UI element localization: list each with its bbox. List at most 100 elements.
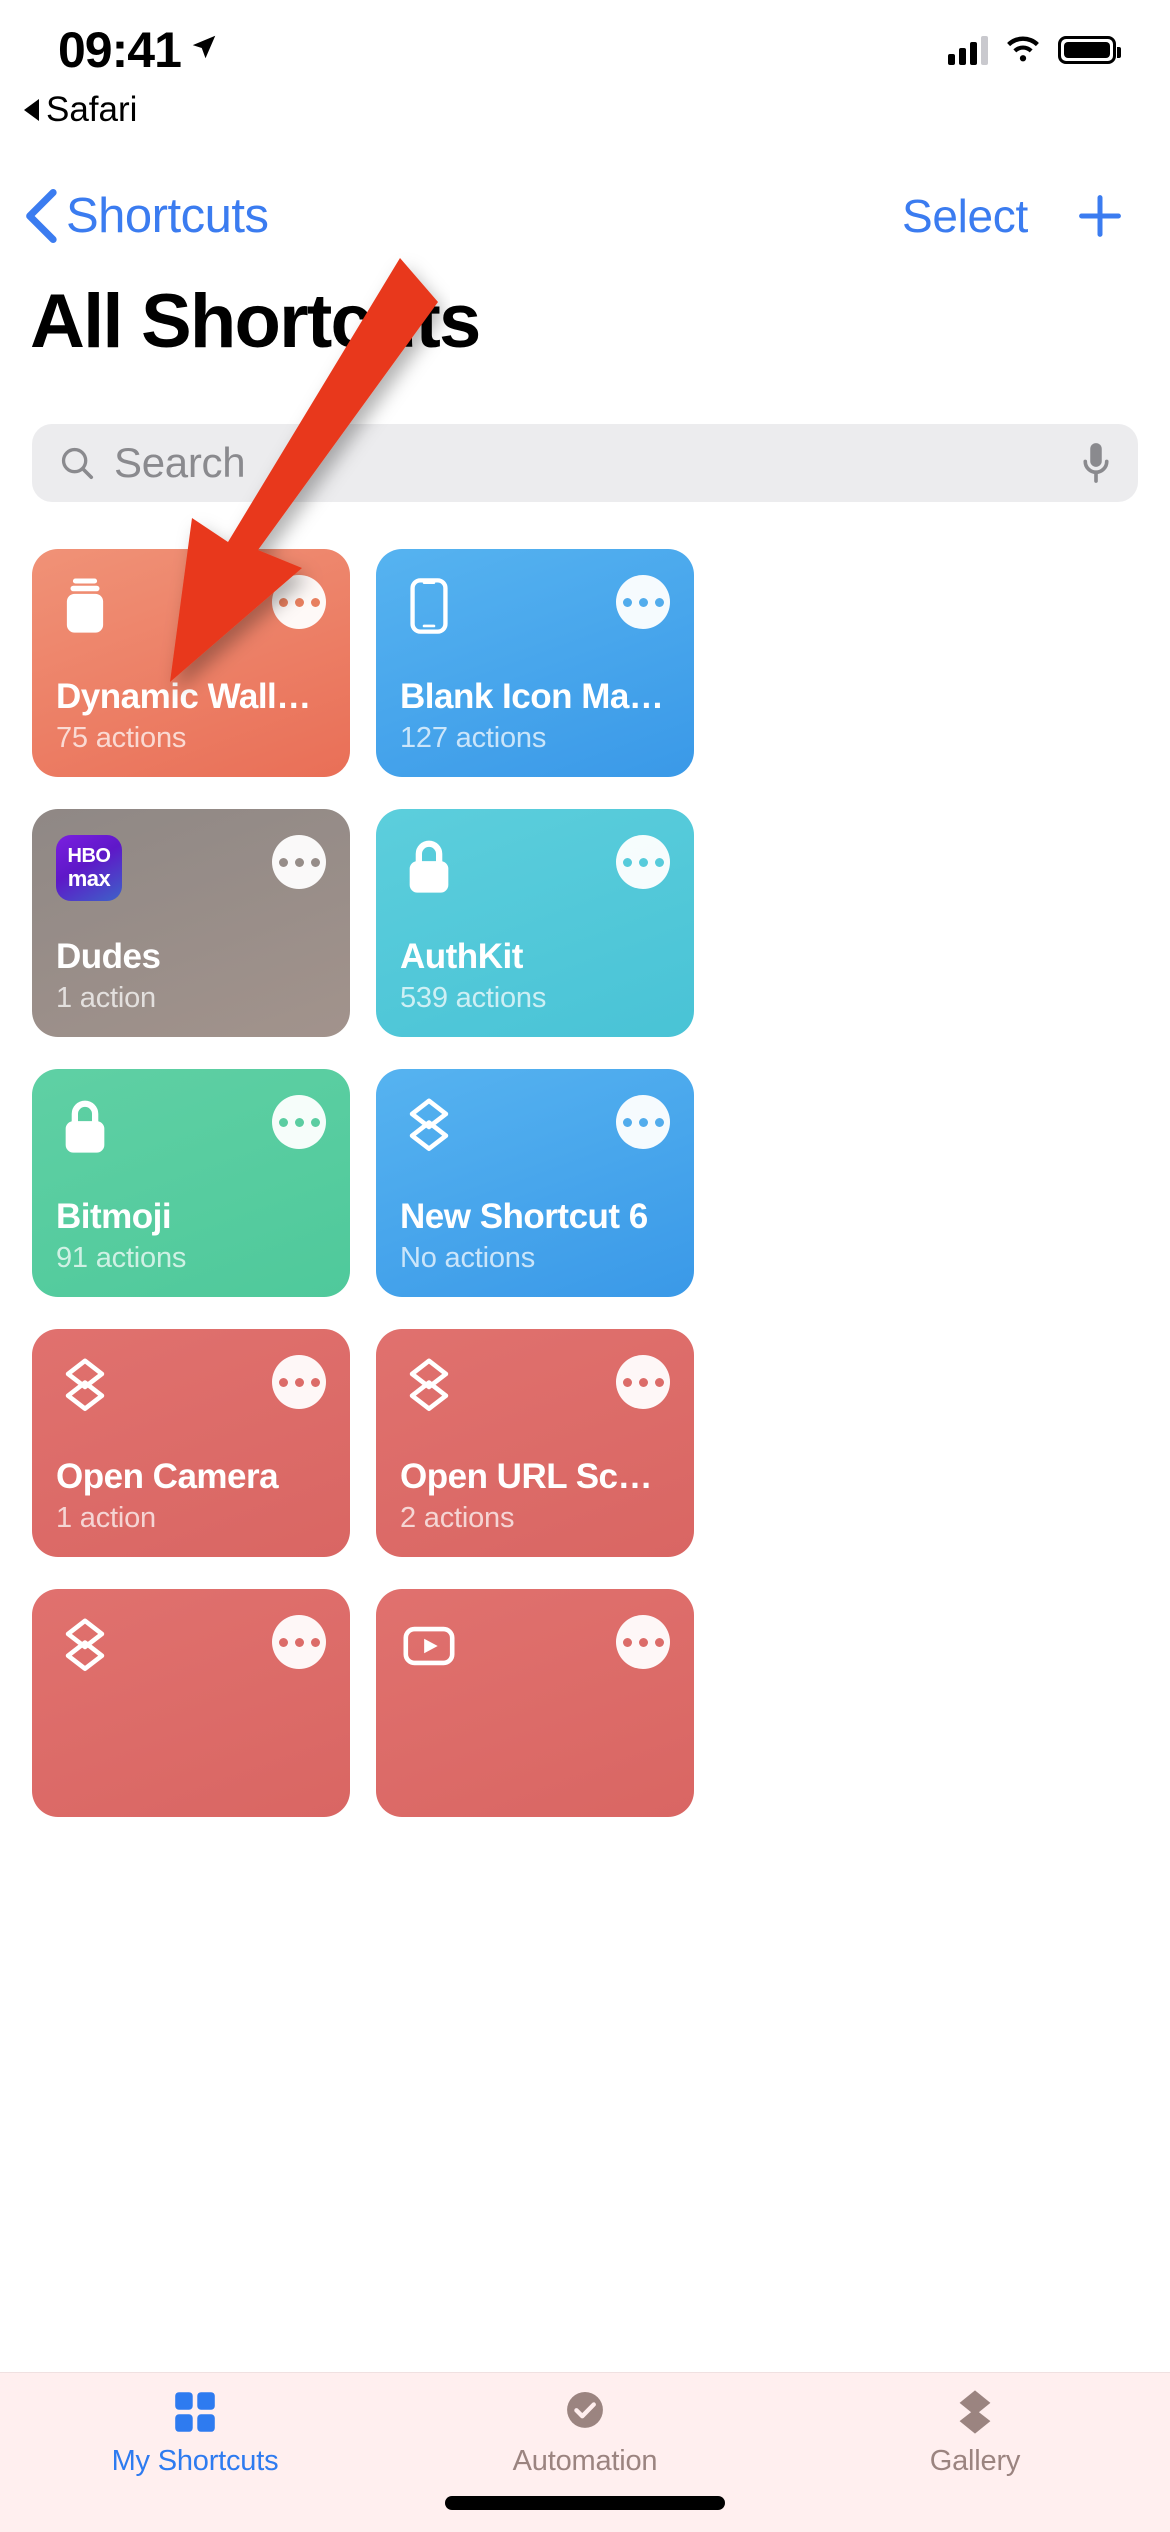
shortcuts-layers-icon: [409, 1358, 449, 1412]
jar-icon: [66, 578, 104, 633]
tab-automation[interactable]: Automation: [390, 2387, 780, 2478]
tab-gallery-label: Gallery: [929, 2445, 1021, 2477]
navigation-bar: Shortcuts Select: [0, 160, 1170, 272]
shortcut-card-header: [56, 1355, 326, 1417]
shortcut-card[interactable]: AuthKit 539 actions: [376, 809, 694, 1037]
plus-icon[interactable]: [1074, 190, 1126, 242]
shortcut-action-count: No actions: [400, 1242, 536, 1274]
automation-check-icon: [567, 2392, 603, 2428]
shortcut-card-footer: AuthKit 539 actions: [400, 938, 670, 1016]
home-indicator: [445, 2496, 725, 2510]
grid-squares-icon: [175, 2392, 215, 2432]
iphone-icon: [410, 578, 448, 634]
shortcuts-grid: Dynamic Wallpaper 75 actions Blank Icon Ma…: [32, 549, 1138, 1817]
shortcut-card[interactable]: Bitmoji 91 actions: [32, 1069, 350, 1297]
status-bar-left: 09:41: [58, 21, 219, 79]
select-button[interactable]: Select: [902, 189, 1028, 243]
shortcut-card-header: [400, 575, 670, 637]
gallery-layers-icon: [959, 2390, 991, 2434]
shortcut-card[interactable]: Blank Icon Maker 127 actions: [376, 549, 694, 777]
shortcut-title: New Shortcut 6: [400, 1197, 648, 1236]
shortcut-more-button[interactable]: [272, 1355, 326, 1409]
shortcut-more-button[interactable]: [616, 1615, 670, 1669]
shortcut-card-footer: Open Camera 1 action: [56, 1458, 326, 1536]
shortcut-card[interactable]: New Shortcut 6 No actions: [376, 1069, 694, 1297]
tab-gallery[interactable]: Gallery: [780, 2387, 1170, 2478]
shortcut-card-footer: [400, 1789, 670, 1795]
chevron-left-icon: [26, 189, 57, 243]
shortcut-title: Open URL Scheme: [400, 1457, 670, 1496]
shortcut-more-button[interactable]: [272, 835, 326, 889]
location-arrow-icon: [192, 35, 216, 59]
shortcut-title: Blank Icon Maker: [400, 677, 670, 716]
search-placeholder: Search: [114, 439, 246, 486]
battery-full-icon: [1058, 36, 1121, 64]
shortcut-more-button[interactable]: [616, 1355, 670, 1409]
shortcuts-layers-icon: [65, 1618, 105, 1672]
nav-back-label: Shortcuts: [66, 189, 269, 243]
shortcut-title: Dynamic Wallpaper: [56, 677, 326, 716]
shortcut-card-header: HBO max: [56, 835, 326, 901]
shortcut-card[interactable]: Open URL Scheme 2 actions: [376, 1329, 694, 1557]
shortcut-more-button[interactable]: [616, 1095, 670, 1149]
shortcut-title: Bitmoji: [56, 1197, 172, 1236]
shortcut-card[interactable]: HBO max Dudes 1 action: [32, 809, 350, 1037]
shortcut-action-count: 2 actions: [400, 1502, 515, 1534]
shortcut-action-count: 75 actions: [56, 722, 187, 754]
status-bar: 09:41: [0, 0, 1170, 100]
shortcut-action-count: 1 action: [56, 1502, 156, 1534]
shortcuts-layers-icon: [65, 1358, 105, 1412]
back-to-safari-label: Safari: [46, 90, 138, 129]
shortcut-more-button[interactable]: [616, 575, 670, 629]
shortcut-action-count: 91 actions: [56, 1242, 187, 1274]
shortcuts-layers-icon: [409, 1098, 449, 1152]
tab-automation-label: Automation: [512, 2445, 658, 2477]
page-title: All Shortcuts: [30, 279, 481, 364]
shortcut-card-footer: Bitmoji 91 actions: [56, 1198, 326, 1276]
tab-my-shortcuts[interactable]: My Shortcuts: [0, 2387, 390, 2478]
status-bar-time: 09:41: [58, 22, 182, 78]
nav-bar-right-actions: Select: [902, 189, 1126, 243]
shortcut-title: Open Camera: [56, 1457, 279, 1496]
shortcut-card-footer: Blank Icon Maker 127 actions: [400, 678, 670, 756]
back-to-safari-button[interactable]: Safari: [24, 90, 137, 130]
lock-icon: [409, 840, 449, 893]
shortcut-card[interactable]: Dynamic Wallpaper 75 actions: [32, 549, 350, 777]
shortcut-card-header: [400, 1355, 670, 1417]
shortcut-more-button[interactable]: [616, 835, 670, 889]
shortcut-card-footer: New Shortcut 6 No actions: [400, 1198, 670, 1276]
shortcut-card-header: [400, 1095, 670, 1157]
shortcut-action-count: 539 actions: [400, 982, 547, 1014]
shortcut-card[interactable]: [32, 1589, 350, 1817]
shortcut-card-header: [400, 835, 670, 897]
shortcut-card[interactable]: Open Camera 1 action: [32, 1329, 350, 1557]
shortcut-title: Dudes: [56, 937, 161, 976]
shortcut-card-header: [400, 1615, 670, 1677]
shortcut-card-header: [56, 1615, 326, 1677]
shortcut-more-button[interactable]: [272, 1095, 326, 1149]
hbomax-app-icon: HBO max: [56, 835, 122, 901]
shortcut-card-footer: Dynamic Wallpaper 75 actions: [56, 678, 326, 756]
shortcut-card-header: [56, 1095, 326, 1157]
nav-back-button[interactable]: Shortcuts: [24, 188, 269, 244]
shortcut-card-header: [56, 575, 326, 637]
shortcut-more-button[interactable]: [272, 575, 326, 629]
status-bar-right: [948, 35, 1121, 65]
tab-my-shortcuts-label: My Shortcuts: [111, 2445, 279, 2477]
search-input[interactable]: Search: [32, 424, 1138, 502]
shortcut-more-button[interactable]: [272, 1615, 326, 1669]
search-icon: [61, 447, 94, 480]
lock-icon: [65, 1100, 105, 1153]
shortcut-action-count: 127 actions: [400, 722, 547, 754]
play-button-icon: [403, 1626, 455, 1666]
microphone-icon[interactable]: [1080, 440, 1112, 486]
back-triangle-icon: [24, 99, 39, 121]
wifi-icon: [1007, 36, 1039, 62]
shortcut-card-footer: Open URL Scheme 2 actions: [400, 1458, 670, 1536]
shortcut-action-count: 1 action: [56, 982, 156, 1014]
shortcut-card-footer: Dudes 1 action: [56, 938, 326, 1016]
shortcut-card[interactable]: [376, 1589, 694, 1817]
shortcut-title: AuthKit: [400, 937, 523, 976]
shortcut-card-footer: [56, 1789, 326, 1795]
cellular-signal-icon: [948, 35, 988, 65]
